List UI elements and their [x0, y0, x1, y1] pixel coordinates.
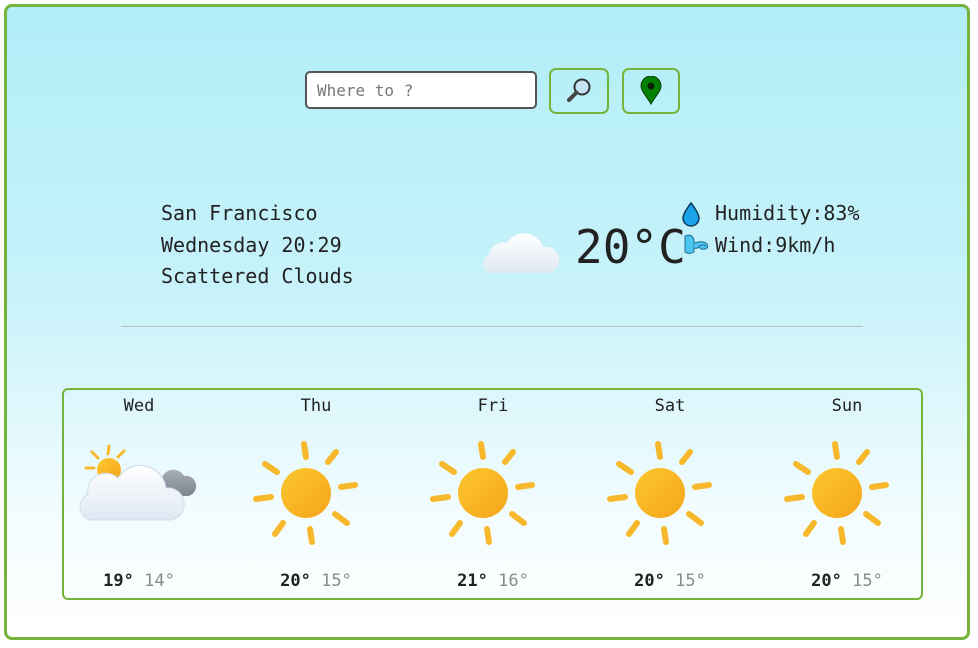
low-temp: 15° [852, 571, 883, 591]
day-temperatures: 20° 15° [595, 571, 745, 591]
weather-condition: Scattered Clouds [161, 264, 354, 288]
day-temperatures: 21° 16° [418, 571, 568, 591]
forecast-day: Thu 20° 15° [241, 390, 391, 598]
weather-details: Humidity:83% Wind:9km/h [681, 198, 860, 261]
sun-icon [605, 438, 715, 548]
weather-app: San Francisco Wednesday 20:29 Scattered … [4, 4, 970, 640]
wind-text: Wind:9km/h [715, 232, 836, 257]
sun-icon [251, 438, 361, 548]
current-info: San Francisco Wednesday 20:29 Scattered … [161, 198, 354, 293]
day-name: Fri [477, 396, 509, 416]
day-name: Wed [123, 396, 155, 416]
search-input[interactable] [305, 71, 537, 109]
forecast-panel: Wed 19° 14° Thu 20° 15° Fri 21° 16° Sat … [62, 388, 923, 600]
wind-face-icon [681, 232, 711, 258]
sun-icon [782, 438, 892, 548]
low-temp: 14° [144, 571, 175, 591]
water-drop-icon [681, 201, 711, 227]
date-time: Wednesday 20:29 [161, 232, 342, 257]
day-name: Sat [654, 396, 686, 416]
low-temp: 16° [498, 571, 529, 591]
humidity-row: Humidity:83% [681, 198, 860, 230]
forecast-day: Fri 21° 16° [418, 390, 568, 598]
location-button[interactable] [622, 68, 680, 114]
low-temp: 15° [675, 571, 706, 591]
day-temperatures: 20° 15° [772, 571, 922, 591]
current-temperature: 20°C [575, 220, 686, 274]
forecast-day: Sat 20° 15° [595, 390, 745, 598]
city-name: San Francisco [161, 201, 318, 225]
humidity-text: Humidity:83% [715, 201, 860, 225]
cloud-icon [483, 233, 559, 273]
low-temp: 15° [321, 571, 352, 591]
high-temp: 20° [634, 571, 665, 591]
day-temperatures: 19° 14° [64, 571, 214, 591]
forecast-day: Sun 20° 15° [772, 390, 922, 598]
high-temp: 20° [811, 571, 842, 591]
wind-row: Wind:9km/h [681, 230, 860, 262]
magnifier-icon [567, 78, 591, 102]
day-temperatures: 20° 15° [241, 571, 391, 591]
divider [121, 326, 863, 327]
forecast-day: Wed 19° 14° [64, 390, 214, 598]
sun-icon [428, 438, 538, 548]
day-name: Thu [300, 396, 332, 416]
day-name: Sun [831, 396, 863, 416]
search-button[interactable] [549, 68, 609, 114]
sun-behind-clouds-icon [79, 444, 197, 521]
high-temp: 20° [280, 571, 311, 591]
map-pin-icon [640, 76, 662, 106]
high-temp: 21° [457, 571, 488, 591]
high-temp: 19° [103, 571, 134, 591]
